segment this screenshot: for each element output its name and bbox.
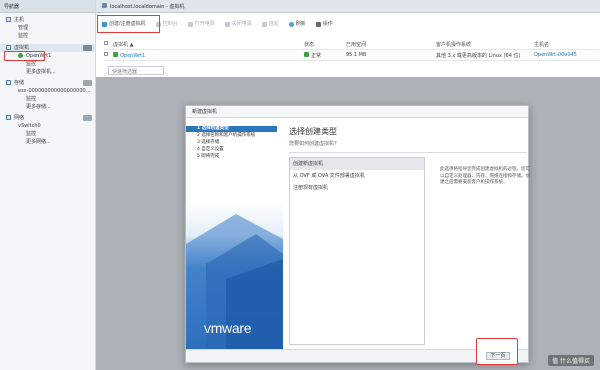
content-heading: 选择创建类型: [289, 127, 337, 136]
option-deploy-ovf[interactable]: 从 OVF 或 OVA 文件部署虚拟机: [290, 170, 424, 182]
ok-icon: [304, 51, 309, 57]
toolbar: 创建/注册虚拟机 控制台 打开电源 关闭电源 挂起 刷新 操作: [96, 17, 600, 31]
check-icon: ✓: [188, 125, 194, 132]
column-header-used-space[interactable]: 已用空间: [346, 41, 436, 48]
sidebar-item-storage-monitor[interactable]: 监控: [0, 95, 95, 103]
host-icon: [102, 3, 107, 8]
sidebar-item-network-monitor[interactable]: 监控: [0, 130, 95, 138]
quick-filter-input[interactable]: 快速筛选器: [108, 66, 164, 75]
wizard-step-4[interactable]: 4 自定义设置: [186, 147, 283, 153]
power-off-button[interactable]: 关闭电源: [223, 19, 254, 29]
sidebar-item-datastore[interactable]: esx-000000000000000000...: [0, 87, 95, 95]
refresh-icon: [288, 21, 294, 27]
dialog-title: 新建虚拟机: [186, 106, 528, 118]
next-button[interactable]: 下一页: [486, 352, 510, 360]
option-description: 此选项将指导您完成创建虚拟机的过程。您可以自定义处理器、内存、网络连接和存储。创…: [440, 167, 530, 185]
gear-icon: [315, 21, 321, 27]
sidebar-item-host-monitor[interactable]: 监控: [0, 32, 95, 40]
network-count-badge: [83, 115, 92, 121]
vm-used-space: 95.1 MB: [346, 52, 367, 58]
dialog-content: 选择创建类型 您要如何创建虚拟机? 创建新虚拟机 从 OVF 或 OVA 文件部…: [287, 119, 530, 351]
network-icon: [6, 115, 11, 120]
power-on-button[interactable]: 打开电源: [186, 19, 217, 29]
vm-name-link[interactable]: OpenWrt1: [113, 51, 304, 59]
vm-hostname: OpenWrt-00e045: [534, 52, 577, 58]
wizard-step-2[interactable]: 2 选择名称和客户机操作系统: [186, 133, 283, 139]
column-header-vm[interactable]: 虚拟机 ▲: [113, 41, 304, 48]
creation-type-list: 创建新虚拟机 从 OVF 或 OVA 文件部署虚拟机 注册现有虚拟机: [289, 157, 425, 345]
wizard-step-3[interactable]: 3 选择存储: [186, 140, 283, 146]
breadcrumb: localhost.localdomain - 虚拟机: [96, 0, 600, 13]
vm-table: 虚拟机 ▲ 状态 已用空间 客户机操作系统 主机名 OpenWrt1 正常 95…: [104, 39, 600, 61]
vm-status: 正常: [304, 51, 346, 59]
vm-nav-highlight: [4, 51, 45, 61]
table-row[interactable]: OpenWrt1 正常 95.1 MB 其他 3.x 或更高版本的 Linux …: [104, 50, 600, 61]
sidebar-item-host-manage[interactable]: 管理: [0, 24, 95, 32]
wizard-steps: ✓ 1 选择创建类型 2 选择名称和客户机操作系统 3 选择存储 4 自定义设置 …: [186, 119, 283, 351]
sidebar-item-vswitch[interactable]: vSwitch0: [0, 122, 95, 130]
column-header-status[interactable]: 状态: [304, 41, 346, 48]
powered-on-icon: [113, 51, 118, 57]
create-button-highlight: [97, 15, 160, 33]
sidebar-item-more-networks[interactable]: 更多网络...: [0, 138, 95, 146]
table-header-row: 虚拟机 ▲ 状态 已用空间 客户机操作系统 主机名: [104, 39, 600, 50]
option-register-existing[interactable]: 注册现有虚拟机: [290, 182, 424, 194]
divider: [289, 152, 527, 153]
watermark: 值 什么值得买: [548, 355, 594, 366]
storage-icon: [6, 80, 11, 85]
suspend-button[interactable]: 挂起: [260, 19, 281, 29]
sidebar-item-vm-monitor[interactable]: 监控: [0, 60, 95, 68]
wizard-step-5[interactable]: 5 即将完成: [186, 154, 283, 160]
pause-icon: [261, 21, 267, 27]
vm-guest-os: 其他 3.x 或更高版本的 Linux (64 位): [436, 52, 521, 59]
sidebar-item-host[interactable]: 主机: [0, 16, 95, 24]
column-header-guest-os[interactable]: 客户机操作系统: [436, 41, 534, 48]
select-all-checkbox[interactable]: [104, 41, 108, 45]
row-checkbox[interactable]: [104, 52, 108, 56]
stop-icon: [224, 21, 230, 27]
content-subheading: 您要如何创建虚拟机?: [289, 141, 337, 147]
navigator-header: 导航器: [0, 0, 95, 13]
wizard-step-1[interactable]: ✓ 1 选择创建类型: [186, 126, 277, 132]
option-create-new-vm[interactable]: 创建新虚拟机: [290, 158, 424, 170]
storage-count-badge: [83, 80, 92, 86]
sidebar-item-network[interactable]: 网络: [0, 114, 95, 122]
host-icon: [6, 17, 11, 22]
vm-icon: [6, 45, 11, 50]
actions-button[interactable]: 操作: [314, 19, 335, 29]
sidebar-item-more-storage[interactable]: 更多存储...: [0, 103, 95, 111]
column-header-hostname[interactable]: 主机名: [534, 41, 600, 48]
vm-count-badge: [83, 45, 92, 51]
play-icon: [187, 21, 193, 27]
refresh-button[interactable]: 刷新: [287, 19, 308, 29]
sidebar-item-more-vms[interactable]: 更多虚拟机...: [0, 68, 95, 76]
new-vm-dialog: 新建虚拟机 ✓ 1 选择创建类型 2 选择名称和客户机操作系统 3 选择存储 4 …: [185, 105, 530, 363]
sidebar-item-storage[interactable]: 存储: [0, 79, 95, 87]
vmware-logo: vmware: [204, 320, 252, 336]
